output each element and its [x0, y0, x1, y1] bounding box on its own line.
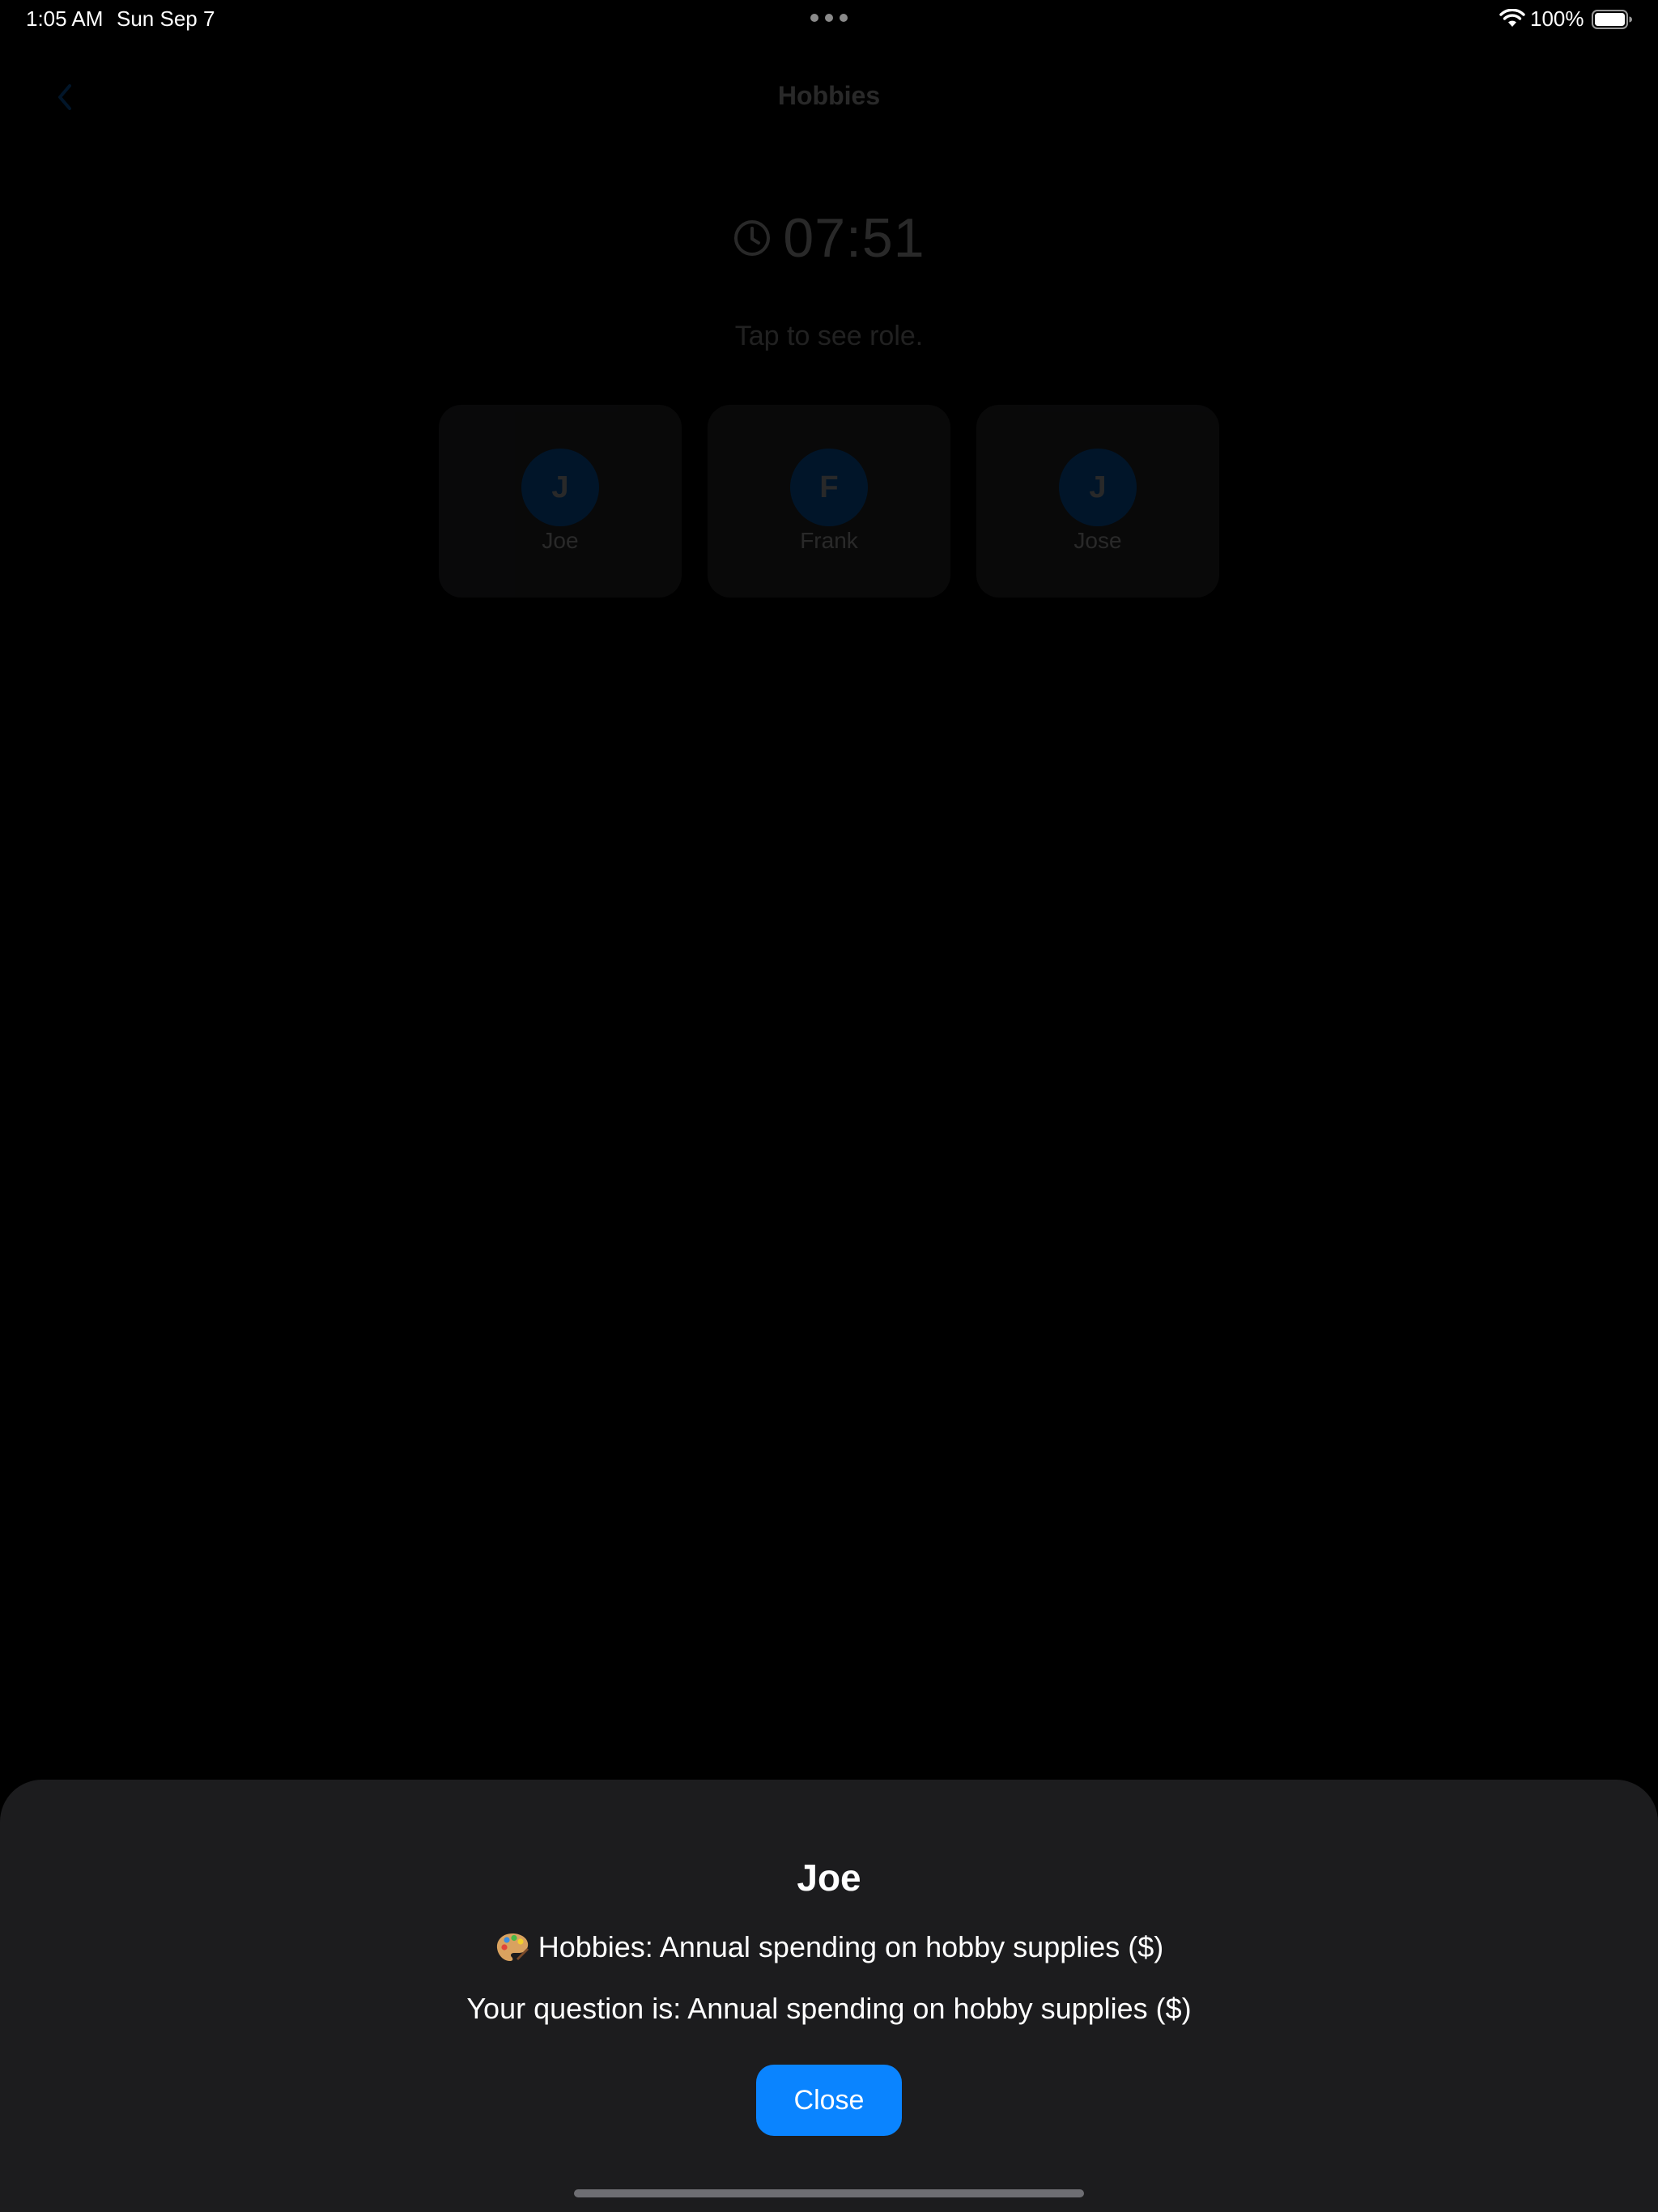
status-date: Sun Sep 7 [117, 6, 215, 31]
close-button[interactable]: Close [756, 2065, 902, 2136]
wifi-icon [1499, 9, 1525, 27]
avatar: J [521, 449, 599, 526]
sheet-category-text: Hobbies: Annual spending on hobby suppli… [538, 1930, 1164, 1963]
home-indicator[interactable] [574, 2189, 1084, 2197]
palette-icon [496, 1933, 529, 1961]
player-name: Jose [1073, 528, 1122, 553]
sheet-category: Hobbies: Annual spending on hobby suppli… [0, 1930, 1658, 1964]
player-card-jose[interactable]: J Jose [976, 405, 1219, 598]
player-card-joe[interactable]: J Joe [439, 405, 682, 598]
battery-percent: 100% [1530, 6, 1584, 31]
sheet-title: Joe [797, 1857, 861, 1899]
timer-value: 07:51 [783, 207, 925, 269]
player-name: Joe [542, 528, 579, 553]
status-bar: 1:05 AM Sun Sep 7 100% [0, 0, 1658, 39]
role-sheet: Joe Hobbies: Annual spending on hobby su… [0, 1780, 1658, 2212]
avatar: F [790, 449, 868, 526]
player-name: Frank [800, 528, 858, 553]
player-list: J Joe F Frank J Jose [439, 405, 1219, 598]
player-card-frank[interactable]: F Frank [708, 405, 950, 598]
role-hint: Tap to see role. [734, 321, 924, 351]
avatar: J [1059, 449, 1137, 526]
clock-icon [734, 220, 771, 256]
nav-title: Hobbies [777, 81, 881, 110]
sheet-question: Your question is: Annual spending on hob… [466, 1992, 1192, 2025]
timer: 07:51 [0, 206, 1658, 270]
multitasking-dots-icon[interactable] [810, 14, 848, 23]
status-time: 1:05 AM [26, 6, 104, 31]
screen: 1:05 AM Sun Sep 7 100% Hobbies 07:51 Tap… [0, 0, 1658, 2212]
battery-icon [1592, 10, 1632, 29]
